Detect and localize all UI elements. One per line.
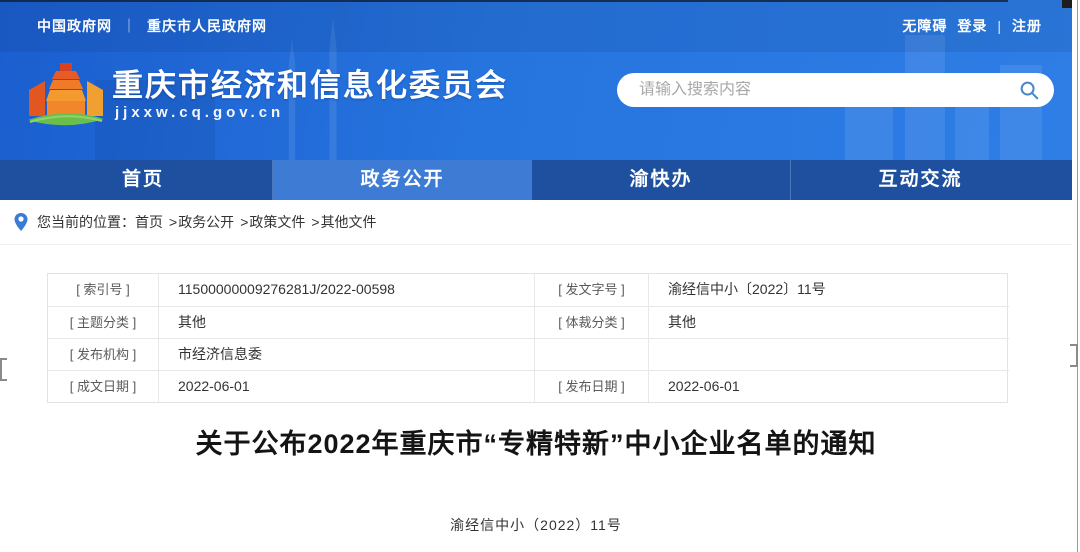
meta-label-genre-class: [ 体裁分类 ]	[534, 306, 648, 338]
meta-value-doc-no: 渝经信中小〔2022〕11号	[648, 274, 1009, 306]
account-links: 无障碍 登录 | 注册	[902, 16, 1042, 36]
register-link[interactable]: 注册	[1012, 16, 1042, 36]
meta-value-empty	[648, 338, 1009, 370]
location-pin-icon	[13, 212, 29, 232]
breadcrumb-gov-disclosure[interactable]: 政务公开	[178, 212, 234, 232]
page-curl-mark-right	[1070, 344, 1078, 367]
site-url: jjxxw.cq.gov.cn	[115, 104, 284, 121]
search-box	[617, 73, 1054, 107]
meta-value-publish-date: 2022-06-01	[648, 370, 1009, 402]
meta-value-genre-class: 其他	[648, 306, 1009, 338]
top-utility-bar: 中国政府网 ｜ 重庆市人民政府网 无障碍 登录 | 注册	[0, 0, 1072, 52]
china-gov-link[interactable]: 中国政府网	[37, 16, 112, 36]
main-nav: 首页 政务公开 渝快办 互动交流	[0, 160, 1072, 200]
nav-item-interaction[interactable]: 互动交流	[791, 160, 1050, 200]
meta-label-publish-date: [ 发布日期 ]	[534, 370, 648, 402]
meta-label-doc-no: [ 发文字号 ]	[534, 274, 648, 306]
screenshot-right-edge	[1077, 0, 1078, 552]
accessibility-link[interactable]: 无障碍	[902, 16, 947, 36]
meta-label-topic-class: [ 主题分类 ]	[48, 306, 158, 338]
meta-label-index-no: [ 索引号 ]	[48, 274, 158, 306]
site-title: 重庆市经济和信息化委员会	[112, 60, 508, 105]
nav-item-gov-disclosure[interactable]: 政务公开	[273, 160, 532, 200]
screenshot-right-margin	[1072, 0, 1080, 552]
search-input[interactable]	[639, 81, 1018, 99]
gov-links: 中国政府网 ｜ 重庆市人民政府网	[37, 16, 267, 36]
page-curl-mark-left	[0, 358, 7, 381]
document-meta-table: [ 索引号 ] 11500000009276281J/2022-00598 [ …	[47, 273, 1008, 403]
site-header: 中国政府网 ｜ 重庆市人民政府网 无障碍 登录 | 注册 重庆市经济和信息化委员…	[0, 0, 1072, 160]
site-logo-icon[interactable]	[26, 58, 106, 134]
link-divider: ｜	[122, 16, 137, 36]
chongqing-gov-link[interactable]: 重庆市人民政府网	[147, 16, 267, 36]
meta-value-index-no: 11500000009276281J/2022-00598	[158, 274, 534, 306]
screenshot-top-edge	[0, 0, 1008, 2]
nav-item-home[interactable]: 首页	[14, 160, 273, 200]
breadcrumb-separator: >	[240, 214, 248, 230]
breadcrumb-other-files[interactable]: 其他文件	[321, 212, 377, 232]
meta-label-issuing-org: [ 发布机构 ]	[48, 338, 158, 370]
login-link[interactable]: 登录	[957, 16, 987, 36]
search-icon[interactable]	[1018, 79, 1040, 101]
breadcrumb-separator: >	[311, 214, 319, 230]
breadcrumb-label: 您当前的位置：	[37, 212, 135, 232]
breadcrumb-separator: >	[169, 214, 177, 230]
meta-value-topic-class: 其他	[158, 306, 534, 338]
meta-label-empty	[534, 338, 648, 370]
article-title: 关于公布2022年重庆市“专精特新”中小企业名单的通知	[0, 422, 1072, 461]
breadcrumb: 您当前的位置： 首页 > 政务公开 > 政策文件 > 其他文件	[0, 200, 1072, 245]
meta-value-written-date: 2022-06-01	[158, 370, 534, 402]
meta-label-written-date: [ 成文日期 ]	[48, 370, 158, 402]
breadcrumb-policy-files[interactable]: 政策文件	[249, 212, 305, 232]
page: 中国政府网 ｜ 重庆市人民政府网 无障碍 登录 | 注册 重庆市经济和信息化委员…	[0, 0, 1080, 552]
meta-value-issuing-org: 市经济信息委	[158, 338, 534, 370]
link-divider: |	[997, 18, 1002, 34]
article-doc-number: 渝经信中小（2022）11号	[0, 515, 1072, 535]
breadcrumb-home[interactable]: 首页	[135, 212, 163, 232]
nav-item-yukuaiban[interactable]: 渝快办	[532, 160, 791, 200]
